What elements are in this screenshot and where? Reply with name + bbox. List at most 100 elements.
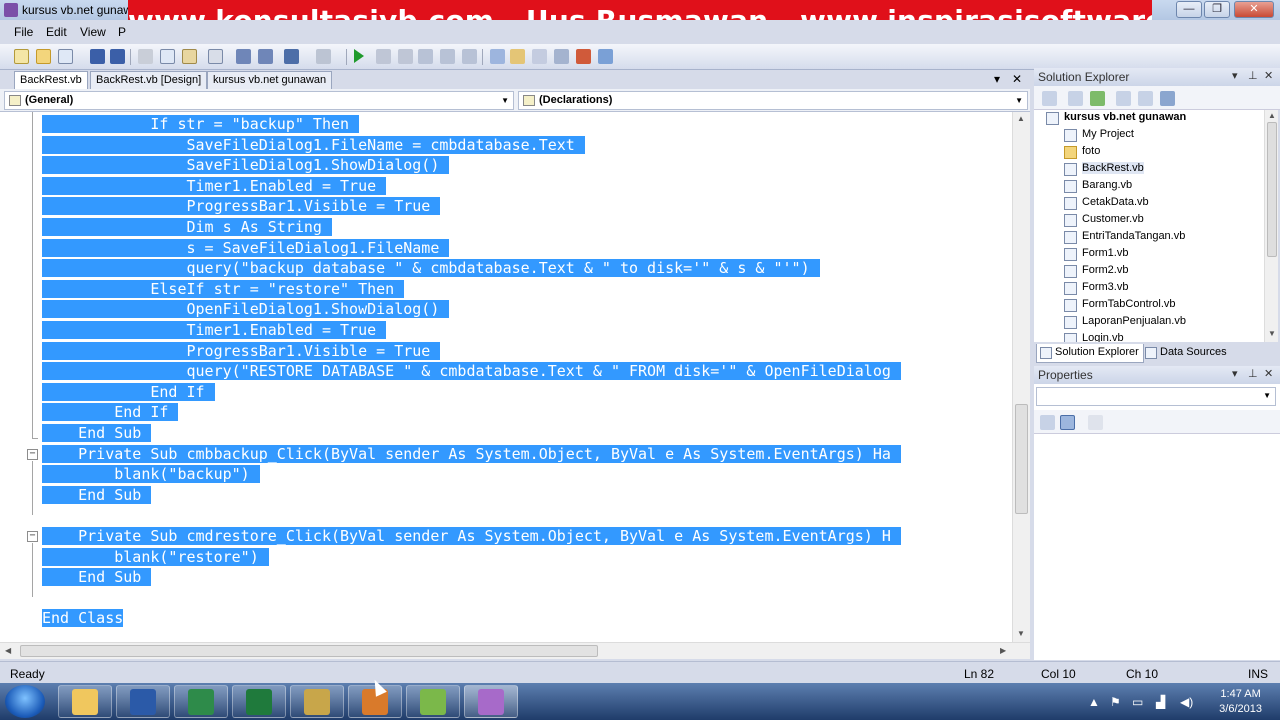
class-diagram-icon[interactable] — [1160, 91, 1175, 106]
properties-icon[interactable] — [1068, 91, 1083, 106]
tab-list-dropdown-icon[interactable]: ▾ — [994, 72, 1000, 86]
code-editor[interactable]: − − If str = "backup" Then SaveFileDialo… — [0, 112, 1012, 642]
solution-explorer-icon[interactable] — [490, 49, 505, 64]
method-name-combo[interactable]: (Declarations) ▼ — [518, 91, 1028, 110]
undo-icon[interactable] — [284, 49, 299, 64]
code-line[interactable]: End Class — [42, 608, 124, 628]
start-debugging-icon[interactable] — [354, 49, 364, 63]
tree-item-form1[interactable]: Form1.vb — [1062, 247, 1128, 264]
volume-icon[interactable]: ◀) — [1180, 695, 1193, 709]
editor-horizontal-scrollbar[interactable]: ◀ ▶ — [0, 642, 1030, 659]
tab-backrest-vb[interactable]: BackRest.vb — [14, 71, 88, 89]
menu-project[interactable]: P — [118, 25, 126, 39]
code-line[interactable]: blank("restore") — [42, 547, 269, 567]
code-line[interactable]: s = SaveFileDialog1.FileName — [42, 238, 450, 258]
uncomment-icon[interactable] — [258, 49, 273, 64]
start-button[interactable] — [5, 685, 45, 718]
refresh-icon[interactable] — [1090, 91, 1105, 106]
code-line[interactable]: End Sub — [42, 485, 152, 505]
taskbar-app[interactable] — [406, 685, 460, 718]
scroll-up-icon[interactable]: ▲ — [1017, 114, 1025, 123]
taskbar-word[interactable] — [116, 685, 170, 718]
open-file-icon[interactable] — [36, 49, 51, 64]
close-panel-icon[interactable]: ✕ — [1264, 367, 1273, 380]
code-line[interactable]: Dim s As String — [42, 217, 332, 237]
tree-item-formtabcontrol[interactable]: FormTabControl.vb — [1062, 298, 1176, 315]
horizontal-scroll-thumb[interactable] — [20, 645, 598, 657]
code-line[interactable]: ProgressBar1.Visible = True — [42, 196, 441, 216]
show-all-files-icon[interactable] — [1042, 91, 1057, 106]
tree-item-entritandatangan[interactable]: EntriTandaTangan.vb — [1062, 230, 1185, 247]
monitor-icon[interactable]: ▭ — [1132, 695, 1143, 709]
code-line[interactable]: ElseIf str = "restore" Then — [42, 279, 405, 299]
code-line[interactable]: Private Sub cmdrestore_Click(ByVal sende… — [42, 526, 901, 546]
vertical-scroll-thumb[interactable] — [1015, 404, 1028, 514]
flag-icon[interactable]: ⚑ — [1110, 695, 1121, 709]
code-line[interactable] — [42, 505, 1012, 525]
alphabetical-icon[interactable] — [1060, 415, 1075, 430]
scroll-right-icon[interactable]: ▶ — [1000, 646, 1006, 655]
redo-icon[interactable] — [316, 49, 331, 64]
solution-tree-scrollbar[interactable]: ▲ ▼ — [1264, 110, 1278, 342]
code-line[interactable]: End Sub — [42, 423, 152, 443]
taskbar-tools[interactable] — [290, 685, 344, 718]
editor-vertical-scrollbar[interactable]: ▲ ▼ — [1012, 112, 1030, 642]
code-line[interactable]: End Sub — [42, 567, 152, 587]
code-line[interactable]: blank("backup") — [42, 464, 260, 484]
tree-item-login[interactable]: Login.vb — [1062, 332, 1124, 342]
taskbar-excel[interactable] — [232, 685, 286, 718]
tree-item-backrest[interactable]: BackRest.vb — [1062, 162, 1144, 179]
categorized-icon[interactable] — [1040, 415, 1055, 430]
comment-icon[interactable] — [236, 49, 251, 64]
paste-icon[interactable] — [182, 49, 197, 64]
tree-item-laporanpenjualan[interactable]: LaporanPenjualan.vb — [1062, 315, 1186, 332]
copy-icon[interactable] — [160, 49, 175, 64]
solution-scroll-thumb[interactable] — [1267, 122, 1277, 257]
clock[interactable]: 1:47 AM 3/6/2013 — [1219, 687, 1262, 717]
tab-backrest-design[interactable]: BackRest.vb [Design] — [90, 71, 208, 89]
code-line[interactable]: Timer1.Enabled = True — [42, 176, 387, 196]
save-all-icon[interactable] — [110, 49, 125, 64]
code-line[interactable]: End If — [42, 402, 179, 422]
menu-file[interactable]: File — [14, 25, 33, 39]
collapse-toggle-icon[interactable]: − — [27, 531, 38, 542]
code-line[interactable]: SaveFileDialog1.ShowDialog() — [42, 155, 450, 175]
tree-item-form3[interactable]: Form3.vb — [1062, 281, 1128, 298]
code-line[interactable]: query("backup database " & cmbdatabase.T… — [42, 258, 820, 278]
scroll-down-icon[interactable]: ▼ — [1017, 629, 1025, 638]
tree-item-my-project[interactable]: My Project — [1062, 128, 1134, 145]
tree-item-cetakdata[interactable]: CetakData.vb — [1062, 196, 1149, 213]
window-position-icon[interactable]: ▾ — [1232, 69, 1238, 82]
tab-data-sources[interactable]: Data Sources — [1142, 344, 1231, 363]
properties-window-icon[interactable] — [510, 49, 525, 64]
close-panel-icon[interactable]: ✕ — [1264, 69, 1273, 82]
scroll-up-icon[interactable]: ▲ — [1268, 111, 1276, 120]
scroll-left-icon[interactable]: ◀ — [5, 646, 11, 655]
taskbar-visio[interactable] — [174, 685, 228, 718]
step-into-icon[interactable] — [418, 49, 433, 64]
pin-icon[interactable]: ⊥ — [1248, 367, 1258, 380]
toolbox-icon[interactable] — [554, 49, 569, 64]
code-line[interactable]: Private Sub cmbbackup_Click(ByVal sender… — [42, 444, 901, 464]
taskbar-explorer[interactable] — [58, 685, 112, 718]
code-line[interactable]: SaveFileDialog1.FileName = cmbdatabase.T… — [42, 135, 585, 155]
object-browser-icon[interactable] — [532, 49, 547, 64]
property-pages-icon[interactable] — [1088, 415, 1103, 430]
step-out-icon[interactable] — [462, 49, 477, 64]
pause-icon[interactable] — [376, 49, 391, 64]
stop-icon[interactable] — [398, 49, 413, 64]
other-windows-icon[interactable] — [598, 49, 613, 64]
view-code-icon[interactable] — [1116, 91, 1131, 106]
close-button[interactable]: ✕ — [1234, 1, 1274, 18]
window-position-icon[interactable]: ▾ — [1232, 367, 1238, 380]
menu-view[interactable]: View — [80, 25, 106, 39]
code-line[interactable]: ProgressBar1.Visible = True — [42, 341, 441, 361]
code-line[interactable]: OpenFileDialog1.ShowDialog() — [42, 299, 450, 319]
tree-project-root[interactable]: kursus vb.net gunawan — [1044, 111, 1186, 128]
code-line[interactable]: Timer1.Enabled = True — [42, 320, 387, 340]
pin-icon[interactable]: ⊥ — [1248, 69, 1258, 82]
collapse-toggle-icon[interactable]: − — [27, 449, 38, 460]
close-document-icon[interactable]: ✕ — [1012, 72, 1022, 86]
cut-icon[interactable] — [138, 49, 153, 64]
save-icon[interactable] — [90, 49, 105, 64]
